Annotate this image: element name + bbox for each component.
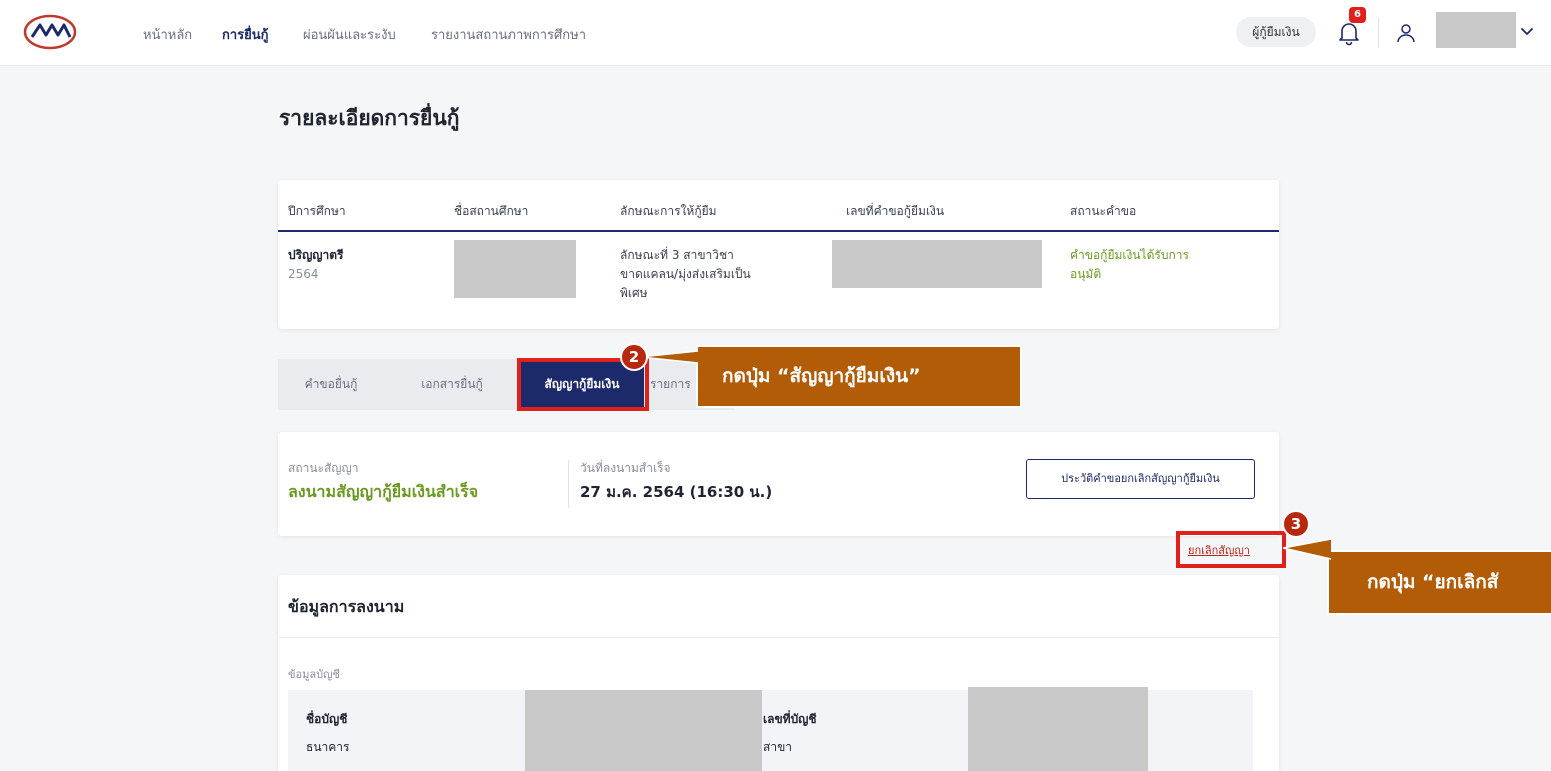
- header-divider: [1378, 18, 1379, 48]
- nav-loan-application[interactable]: การยื่นกู้: [222, 24, 269, 45]
- signed-date-value: 27 ม.ค. 2564 (16:30 น.): [580, 483, 773, 501]
- cancel-contract-link[interactable]: ยกเลิกสัญญา: [1188, 541, 1250, 559]
- role-badge[interactable]: ผู้กู้ยืมเงิน: [1236, 17, 1316, 47]
- header-request-number: เลขที่คำขอกู้ยืมเงิน: [846, 204, 945, 218]
- callout-step2-pointer: [640, 350, 699, 364]
- contract-status-value: ลงนามสัญญากู้ยืมเงินสำเร็จ: [288, 482, 479, 501]
- request-number-redacted: [832, 240, 1042, 288]
- user-icon[interactable]: [1394, 21, 1418, 45]
- contract-status-card: สถานะสัญญา ลงนามสัญญากู้ยืมเงินสำเร็จ วั…: [278, 432, 1279, 536]
- notification-count-badge: 6: [1349, 7, 1366, 23]
- tab-application[interactable]: คำขอยื่นกู้: [278, 359, 384, 410]
- nav-deferment[interactable]: ผ่อนผันและระงับ: [303, 24, 396, 45]
- nav-study-status-report[interactable]: รายงานสถานภาพการศึกษา: [431, 24, 586, 45]
- callout-step2: กดปุ่ม “สัญญากู้ยืมเงิน”: [696, 345, 1022, 408]
- nav-home[interactable]: หน้าหลัก: [143, 24, 192, 45]
- signed-date-label: วันที่ลงนามสำเร็จ: [580, 461, 671, 475]
- agency-logo-icon[interactable]: [22, 13, 78, 51]
- callout-step3-pointer: [1283, 538, 1332, 560]
- account-number-value-redacted: [968, 687, 1148, 771]
- request-status-line-2: อนุมัติ: [1070, 267, 1102, 281]
- step-number-badge-2: 2: [620, 343, 648, 371]
- callout-step3: กดปุ่ม “ยกเลิกสั: [1327, 550, 1551, 615]
- user-name-redacted[interactable]: [1436, 12, 1516, 48]
- contract-status-label: สถานะสัญญา: [288, 461, 359, 475]
- tab-documents[interactable]: เอกสารยื่นกู้: [384, 359, 520, 410]
- branch-label: สาขา: [763, 740, 793, 754]
- header-loan-type: ลักษณะการให้กู้ยืม: [620, 204, 717, 218]
- request-status-line-1: คำขอกู้ยืมเงินได้รับการ: [1070, 248, 1189, 262]
- signing-info-title: ข้อมูลการลงนาม: [288, 597, 405, 616]
- academic-year-value: 2564: [288, 267, 319, 281]
- signing-card-divider: [278, 637, 1279, 638]
- institution-name-redacted: [454, 240, 576, 298]
- header-academic-year: ปีการศึกษา: [288, 204, 346, 218]
- degree-level: ปริญญาตรี: [288, 248, 344, 262]
- page-title: รายละเอียดการยื่นกู้: [279, 106, 460, 130]
- account-name-value-redacted: [525, 690, 762, 771]
- header-institution: ชื่อสถานศึกษา: [454, 204, 529, 218]
- loan-info-table: ปีการศึกษา ชื่อสถานศึกษา ลักษณะการให้กู้…: [278, 180, 1279, 329]
- cancellation-history-button[interactable]: ประวัติคำขอยกเลิกสัญญากู้ยืมเงิน: [1026, 459, 1255, 499]
- chevron-down-icon[interactable]: [1518, 22, 1536, 40]
- loan-type-line-2: ขาดแคลน/มุ่งส่งเสริมเป็น: [620, 267, 751, 281]
- account-number-label: เลขที่บัญชี: [763, 712, 817, 726]
- loan-type-line-3: พิเศษ: [620, 286, 648, 300]
- loan-type-line-1: ลักษณะที่ 3 สาขาวิชา: [620, 248, 734, 262]
- account-name-label: ชื่อบัญชี: [306, 712, 348, 726]
- bank-label: ธนาคาร: [306, 740, 350, 754]
- table-header-divider: [278, 230, 1279, 232]
- top-navigation-bar: หน้าหลัก การยื่นกู้ ผ่อนผันและระงับ รายง…: [0, 0, 1551, 66]
- header-request-status: สถานะคำขอ: [1070, 204, 1137, 218]
- step-number-badge-3: 3: [1282, 510, 1310, 538]
- account-section-label: ข้อมูลบัญชี: [288, 668, 340, 681]
- signing-info-card: ข้อมูลการลงนาม ข้อมูลบัญชี ชื่อบัญชี ธนา…: [278, 575, 1279, 771]
- status-divider: [568, 460, 569, 508]
